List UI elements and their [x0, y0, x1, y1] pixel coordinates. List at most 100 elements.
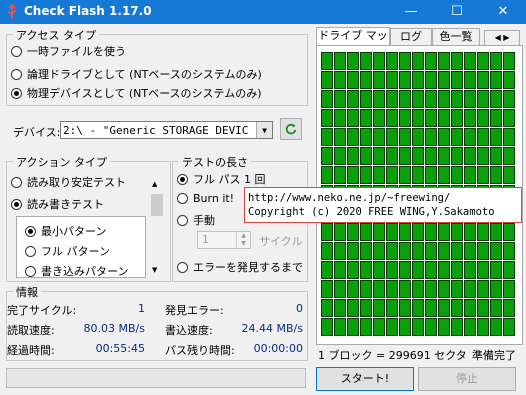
- map-block: [360, 299, 372, 317]
- spin-arrows-icon[interactable]: ▲ ▼: [236, 232, 250, 248]
- map-block: [425, 280, 437, 298]
- radio-label: 物理デバイスとして (NTベースのシステムのみ): [27, 87, 262, 100]
- map-block: [490, 223, 502, 241]
- map-block: [425, 109, 437, 127]
- radio-manual[interactable]: 手動: [177, 212, 215, 228]
- maximize-button[interactable]: ☐: [434, 0, 480, 24]
- map-block: [490, 280, 502, 298]
- map-block: [347, 223, 359, 241]
- radio-read-stability[interactable]: 読み取り安定テスト: [11, 174, 126, 190]
- access-type-legend: アクセス タイプ: [13, 27, 99, 43]
- map-block: [490, 166, 502, 184]
- map-block: [347, 52, 359, 70]
- block-info-text: 1 ブロック = 299691 セクタ: [318, 349, 467, 362]
- map-block: [360, 109, 372, 127]
- map-block: [412, 52, 424, 70]
- map-block: [464, 299, 476, 317]
- map-block: [321, 223, 333, 241]
- map-block: [347, 280, 359, 298]
- map-block: [477, 261, 489, 279]
- map-block: [399, 280, 411, 298]
- map-block: [464, 128, 476, 146]
- map-block: [373, 242, 385, 260]
- radio-indicator: [25, 225, 36, 237]
- radio-full-pass[interactable]: フル パス 1 回: [177, 171, 266, 187]
- map-block: [347, 128, 359, 146]
- map-block: [373, 223, 385, 241]
- device-select[interactable]: 2:\ - "Generic STORAGE DEVIC ▼: [60, 121, 273, 139]
- map-block: [399, 242, 411, 260]
- map-block: [503, 299, 515, 317]
- map-block: [425, 147, 437, 165]
- map-block: [477, 128, 489, 146]
- map-block: [412, 71, 424, 89]
- map-block: [477, 52, 489, 70]
- tab-scroll-arrows[interactable]: ◀ ▶: [484, 30, 520, 46]
- info-value: 80.03 MB/s: [83, 322, 145, 335]
- map-block: [386, 223, 398, 241]
- pattern-list: 最小パターン フル パターン 書き込みパターン: [16, 216, 146, 278]
- map-block: [490, 109, 502, 127]
- close-button[interactable]: ✕: [480, 0, 526, 24]
- chevron-down-icon[interactable]: ▼: [256, 122, 272, 138]
- map-block: [503, 280, 515, 298]
- stop-button[interactable]: 停止: [418, 367, 516, 391]
- access-type-group: アクセス タイプ 一時ファイルを使う 論理ドライブとして (NTベースのシステム…: [6, 27, 308, 106]
- map-block: [373, 90, 385, 108]
- radio-label: 一時ファイルを使う: [27, 45, 126, 58]
- chevron-down-icon[interactable]: ▼: [152, 266, 157, 274]
- map-block: [425, 128, 437, 146]
- map-block: [360, 280, 372, 298]
- scrollbar-thumb[interactable]: [151, 194, 163, 216]
- map-block: [412, 166, 424, 184]
- map-block: [438, 261, 450, 279]
- map-block: [490, 318, 502, 336]
- tab-drive-map[interactable]: ドライブ マップ: [316, 27, 390, 58]
- radio-burn-it[interactable]: Burn it!: [177, 192, 234, 205]
- tab-color-list[interactable]: 色一覧: [432, 28, 480, 45]
- info-value: 24.44 MB/s: [241, 322, 303, 335]
- map-block: [334, 166, 346, 184]
- map-block: [438, 223, 450, 241]
- refresh-button[interactable]: [280, 118, 302, 140]
- cycle-spinner[interactable]: 1 ▲ ▼: [197, 231, 251, 249]
- map-block: [412, 318, 424, 336]
- radio-min-pattern[interactable]: 最小パターン: [25, 223, 106, 239]
- map-block: [464, 166, 476, 184]
- map-block: [438, 109, 450, 127]
- progress-bar: [6, 368, 306, 388]
- map-block: [347, 299, 359, 317]
- map-block: [321, 280, 333, 298]
- radio-until-error[interactable]: エラーを発見するまで: [177, 259, 303, 275]
- status-text: 準備完了: [472, 349, 516, 362]
- map-block: [451, 71, 463, 89]
- radio-read-write[interactable]: 読み書きテスト: [11, 196, 104, 212]
- map-block: [347, 90, 359, 108]
- map-block: [490, 52, 502, 70]
- map-block: [438, 280, 450, 298]
- radio-physical-device[interactable]: 物理デバイスとして (NTベースのシステムのみ): [11, 85, 262, 101]
- map-block: [451, 109, 463, 127]
- radio-full-pattern[interactable]: フル パターン: [25, 243, 110, 259]
- minimize-button[interactable]: —: [388, 0, 434, 24]
- action-scrollbar[interactable]: ▲ ▼: [149, 178, 165, 278]
- map-block: [347, 147, 359, 165]
- map-block: [347, 242, 359, 260]
- info-group: 情報 完了サイクル: 1 発見エラー: 0 読取速度: 80.03 MB/s 書…: [6, 284, 308, 361]
- chevron-up-icon[interactable]: ▲: [152, 180, 157, 188]
- map-block: [425, 71, 437, 89]
- map-block: [373, 318, 385, 336]
- radio-temp-file[interactable]: 一時ファイルを使う: [11, 43, 126, 59]
- map-block: [386, 299, 398, 317]
- map-block: [438, 52, 450, 70]
- radio-write-pattern[interactable]: 書き込みパターン: [25, 263, 128, 277]
- start-button[interactable]: スタート!: [316, 367, 414, 391]
- map-block: [386, 166, 398, 184]
- map-block: [334, 90, 346, 108]
- radio-logical-drive[interactable]: 論理ドライブとして (NTベースのシステムのみ): [11, 66, 262, 82]
- map-block: [360, 261, 372, 279]
- info-label: 経過時間:: [7, 344, 55, 357]
- test-length-legend: テストの長さ: [179, 154, 251, 170]
- tab-log[interactable]: ログ: [390, 28, 432, 45]
- map-block: [373, 128, 385, 146]
